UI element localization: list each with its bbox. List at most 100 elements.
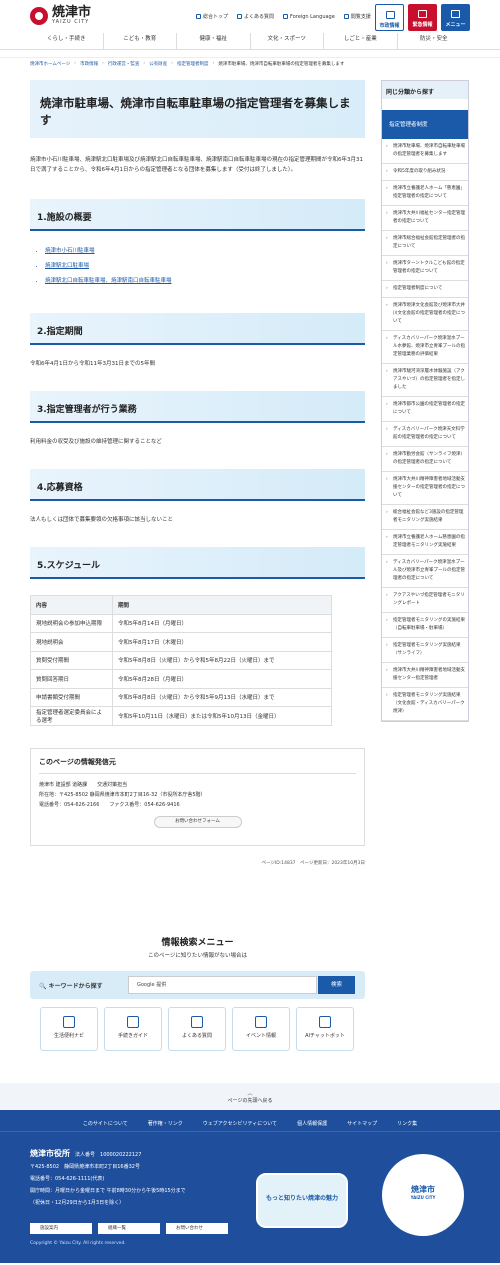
sidebar-heading: 同じ分類から探す (382, 81, 468, 99)
menu-icon (451, 10, 460, 18)
sidebar-item[interactable]: 焼津市大井川精神障害者地域活動支援センターの指定管理者の指定について (382, 472, 468, 505)
breadcrumb-link[interactable]: 公有財産 (149, 61, 167, 67)
table-cell: 令和5年8月14日（月曜日） (112, 613, 332, 633)
footer-link[interactable]: 個人情報保護 (297, 1120, 327, 1131)
footer-link[interactable]: ウェブアクセシビリティについて (203, 1120, 277, 1131)
tile-procedure-guide[interactable]: 手続きガイド (104, 1007, 162, 1051)
gnav-item[interactable]: 健康・福祉 (177, 33, 251, 49)
city-info-button[interactable]: 市政情報 (375, 4, 404, 31)
inquiry-button[interactable]: お問い合わせ (166, 1223, 228, 1234)
main-content: 焼津市駐車場、焼津市自転車駐車場の指定管理者を募集します 焼津市小石川駐車場、焼… (30, 80, 365, 866)
gnav-item[interactable]: くらし・手続き (30, 33, 104, 49)
section-heading: 3.指定管理者が行う業務 (30, 391, 365, 423)
gnav-item[interactable]: こども・教育 (104, 33, 177, 49)
search-bar: 🔍 キーワードから探す Google 提供 検索 (30, 971, 365, 999)
facility-link[interactable]: 焼津駅北口駐車場 (45, 263, 89, 269)
sidebar-item[interactable]: 指定管理者モニタリングの実施結果（自転車駐車場・駐車場） (382, 613, 468, 638)
table-cell: 令和5年8月28日（月曜日） (112, 669, 332, 689)
tile-events[interactable]: イベント情報 (232, 1007, 290, 1051)
table-row: 指定管理者選定委員会による選考 令和5年10月11日（水曜日）または令和5年10月… (30, 706, 332, 726)
search-button[interactable]: 検索 (318, 976, 355, 994)
gnav-item[interactable]: しごと・産業 (324, 33, 398, 49)
sidebar-item[interactable]: 令和5年度の取り組み状況 (382, 164, 468, 181)
footer-name: 焼津市役所 (30, 1149, 70, 1158)
sidebar-item[interactable]: 指定管理者モニタリング実施結果（サンライフ） (382, 638, 468, 663)
contact-form-button[interactable]: お問い合わせフォーム (153, 815, 242, 828)
search-subtitle: このページに知りたい情報がない場合は (148, 953, 247, 959)
top-link-language[interactable]: Foreign Language (283, 13, 335, 20)
footer-link[interactable]: リンク集 (397, 1120, 417, 1131)
table-cell: 申請書類受付期間 (30, 687, 113, 707)
breadcrumb-link[interactable]: 市政情報 (80, 61, 98, 67)
menu-button[interactable]: メニュー (441, 4, 470, 31)
contact-address: 所在地：〒425-8502 静岡県焼津市本町2丁目16-32（市役所本庁舎5階） (39, 791, 206, 798)
table-row: 申請書類受付期間 令和5年8月8日（火曜日）から令和5年9月13日（水曜日）まで (30, 687, 332, 707)
tile-ai-chatbot[interactable]: AIチャットボット (296, 1007, 354, 1051)
sidebar-item[interactable]: ディスカバリーパーク焼津温水プール及び焼津市立青峯プールの指定管理者の指定につい… (382, 555, 468, 588)
table-cell: 令和5年10月11日（水曜日）または令和5年10月13日（金曜日） (112, 706, 332, 726)
sidebar-item[interactable]: 焼津市立養護老人ホーム「慈恵園」指定管理者の指定について (382, 181, 468, 206)
sidebar-item[interactable]: 指定管理者モニタリング実施結果（文化会館・ディスカバリーパーク焼津） (382, 688, 468, 721)
emergency-info-button[interactable]: 緊急情報 (408, 4, 437, 31)
sidebar-active-category[interactable]: 指定管理者制度 (382, 110, 468, 139)
page-id: ページID:14837 ページ更新日：2023年10月3日 (261, 860, 365, 866)
sidebar-item[interactable]: 焼津市焼津文化会館及び焼津市大井川文化会館の指定管理者の指定について (382, 298, 468, 331)
gnav-item[interactable]: 文化・スポーツ (251, 33, 324, 49)
sidebar-item[interactable]: 焼津市大井川福祉センター指定管理者の指定について (382, 206, 468, 231)
sidebar-item[interactable]: 焼津市駿河湾深層水体験施設（アクアスやいづ）の指定管理者を指定しました (382, 364, 468, 397)
top-link-faq[interactable]: よくある質問 (237, 13, 274, 20)
calendar-icon (255, 1016, 267, 1028)
document-icon (127, 1016, 139, 1028)
section-text: 令和6年4月1日から令和11年3月31日までの5年間 (30, 361, 155, 367)
footer-link[interactable]: 著作権・リンク (148, 1120, 183, 1131)
site-header: 焼津市 YAIZU CITY 総合トップ よくある質問 Foreign Lang… (0, 0, 500, 52)
sidebar-item[interactable]: 焼津市大井川精神障害者地域活動支援センター指定管理者 (382, 663, 468, 688)
sidebar-item[interactable]: ディスカバリーパーク焼津天文科学館の指定管理者の指定について (382, 422, 468, 447)
table-cell: 令和5年8月8日（火曜日）から令和5年8月22日（火曜日）まで (112, 650, 332, 670)
copyright: Copyright © Yaizu City. All rights reser… (30, 1241, 126, 1246)
contact-box: このページの情報発信元 焼津市 建設部 道路課 交通対策担当 所在地：〒425-… (30, 747, 365, 846)
sidebar-item[interactable]: 焼津市都市公園の指定管理者の指定について (382, 397, 468, 422)
page-top-link[interactable]: ︿ ページの先頭へ戻る (0, 1083, 500, 1111)
sidebar-item[interactable]: ディスカバリーパーク焼津温水プール水夢館、焼津市立青峯プールの指定管理業務の評価… (382, 331, 468, 364)
breadcrumb-link[interactable]: 行政運営・監査 (108, 61, 140, 67)
global-nav: くらし・手続き こども・教育 健康・福祉 文化・スポーツ しごと・産業 防災・安… (0, 33, 500, 50)
table-cell: 令和5年8月8日（火曜日）から令和5年9月13日（水曜日）まで (112, 687, 332, 707)
sidebar-item[interactable]: 焼津市勤労会館（サンライフ焼津）の指定管理者の指定について (382, 447, 468, 472)
tile-faq[interactable]: よくある質問 (168, 1007, 226, 1051)
table-cell: 質問回答期日 (30, 669, 113, 689)
org-list-button[interactable]: 組織一覧 (98, 1223, 160, 1234)
facility-link[interactable]: 焼津市小石川駐車場 (45, 248, 95, 254)
site-logo[interactable]: 焼津市 YAIZU CITY (30, 6, 91, 25)
attraction-banner[interactable]: もっと知りたい焼津の魅力 (256, 1173, 348, 1228)
sidebar-item[interactable]: 指定管理者制度について (382, 281, 468, 298)
table-row: 現地説明会の参加申込期限 令和5年8月14日（月曜日） (30, 613, 332, 633)
top-link-home[interactable]: 総合トップ (196, 13, 228, 20)
table-cell: 現地説明会の参加申込期限 (30, 613, 113, 633)
sidebar-item[interactable]: 焼津市総合福祉会館指定管理者の指定について (382, 231, 468, 256)
sidebar-item[interactable]: 総合福祉会館など3施設の指定管理者モニタリング実施結果 (382, 505, 468, 530)
footer-address: 〒425-8502 静岡県焼津市本町2丁目16番32号 (30, 1164, 140, 1170)
footer-link[interactable]: このサイトについて (83, 1120, 128, 1131)
sidebar-item[interactable]: 焼津市ターントクルこども館の指定管理者の指定について (382, 256, 468, 281)
facility-link[interactable]: 焼津駅北口自転車駐車場、焼津駅南口自転車駐車場 (45, 278, 172, 284)
schedule-table: 内容 期間 現地説明会の参加申込期限 令和5年8月14日（月曜日） 現地説明会 令和5… (30, 595, 332, 726)
tile-life-navi[interactable]: 生活便利ナビ (40, 1007, 98, 1051)
table-cell: 質問受付期間 (30, 650, 113, 670)
footer-info: 焼津市役所 法人番号 1000020222127 〒425-8502 静岡県焼津… (30, 1148, 186, 1209)
footer-link[interactable]: サイトマップ (347, 1120, 377, 1131)
search-input[interactable]: Google 提供 (128, 976, 317, 994)
search-title: 情報検索メニュー (161, 938, 234, 948)
page-title: 焼津市駐車場、焼津市自転車駐車場の指定管理者を募集します (30, 80, 365, 138)
breadcrumb-link[interactable]: 指定管理者制度 (177, 61, 209, 67)
table-header: 期間 (112, 595, 332, 615)
facility-guide-button[interactable]: 施設案内 (30, 1223, 92, 1234)
breadcrumb-link[interactable]: 焼津市ホームページ (30, 61, 70, 67)
sidebar-item[interactable]: 焼津市駐車場、焼津市自転車駐車場の指定管理者を募集します (382, 139, 468, 164)
city-name: 焼津市 (52, 5, 92, 20)
gnav-item[interactable]: 防災・安全 (398, 33, 471, 49)
intro-text: 焼津市小石川駐車場、焼津駅北口駐車場及び焼津駅北口自転車駐車場、焼津駅南口自転車… (30, 157, 364, 173)
top-link-accessibility[interactable]: 閲覧支援 (343, 13, 371, 20)
sidebar-item[interactable]: アクアスやいづ指定管理者モニタリングレポート (382, 588, 468, 613)
sidebar-item[interactable]: 焼津市立養護老人ホーム慈恵園の指定管理者モニタリング実施結果 (382, 530, 468, 555)
